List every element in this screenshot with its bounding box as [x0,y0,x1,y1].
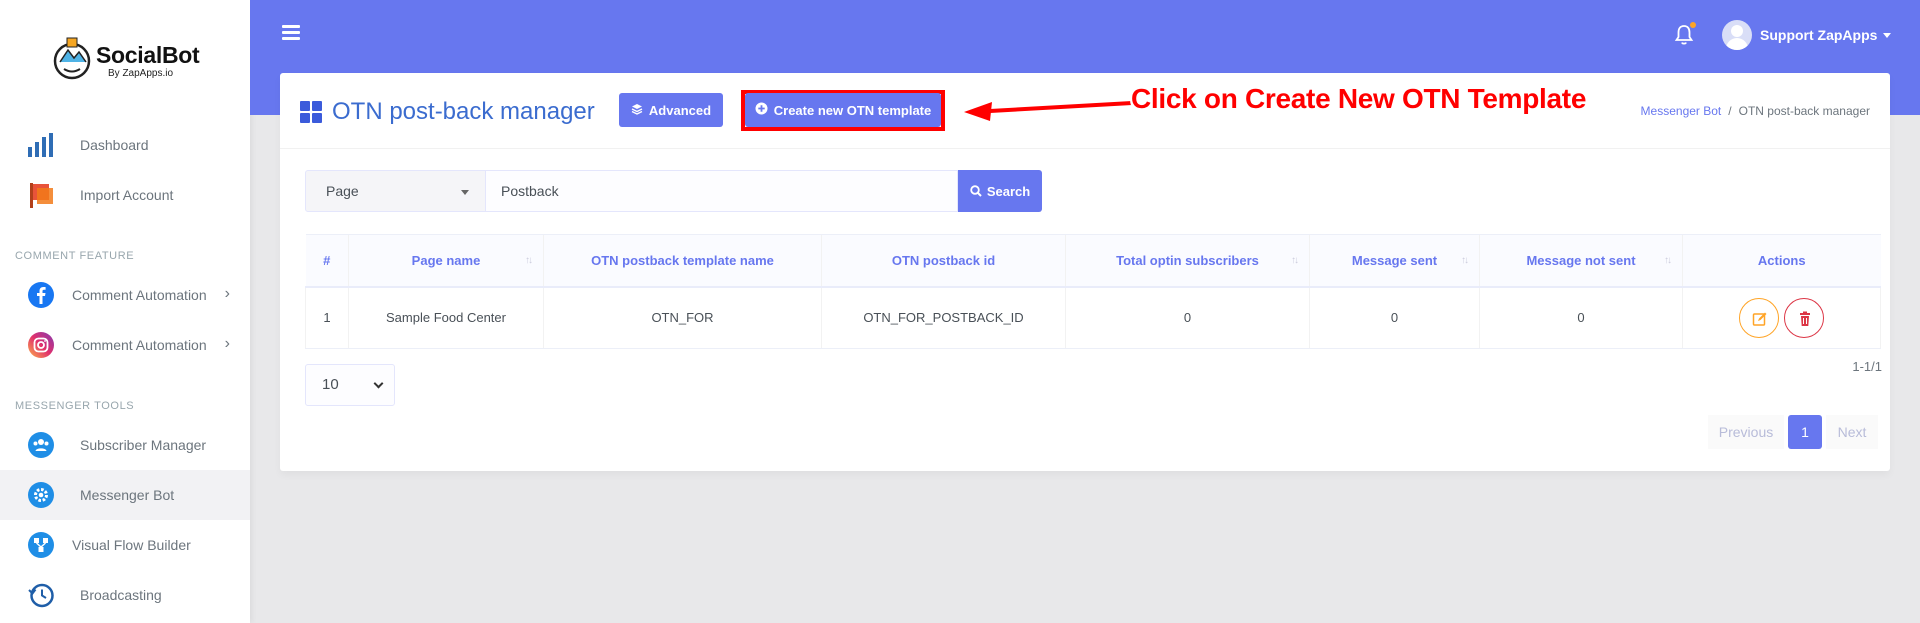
sidebar-item-label: Comment Automation [72,337,207,353]
page-length-select[interactable]: 10 [305,364,395,406]
sort-icon: ↑↓ [1291,255,1299,266]
cell-number: 1 [305,286,349,349]
notification-dot [1690,22,1696,28]
sidebar-item-messenger-bot[interactable]: Messenger Bot [0,470,250,520]
delete-button[interactable] [1784,297,1825,338]
sidebar-section-comment-feature: COMMENT FEATURE [15,250,135,262]
pagination-page-1[interactable]: 1 [1788,415,1822,449]
sidebar-item-broadcasting[interactable]: Broadcasting [0,570,250,620]
flag-icon [26,181,56,209]
column-header-optin-subscribers[interactable]: Total optin subscribers ↑↓ [1065,234,1310,288]
notification-bell-icon[interactable] [1674,22,1696,46]
user-name: Support ZapApps [1760,27,1878,43]
history-icon [26,581,56,609]
facebook-icon [26,281,56,309]
sidebar-item-comment-automation-instagram[interactable]: Comment Automation › [0,320,250,370]
page-select[interactable]: Page [305,170,486,212]
edit-button[interactable] [1738,297,1779,338]
socialbot-logo-icon [53,37,91,80]
layers-icon [631,103,643,118]
main-card: OTN post-back manager Advanced Create ne… [280,73,1890,471]
pagination: Previous 1 Next [1708,415,1878,449]
grid-icon [300,101,322,123]
users-icon [26,431,56,459]
edit-icon [1752,312,1767,326]
search-input[interactable] [486,170,958,212]
search-icon [970,185,982,197]
column-header-number: # [305,234,349,288]
chevron-right-icon: › [224,335,230,352]
breadcrumb-link-messenger-bot[interactable]: Messenger Bot [1641,104,1722,118]
trash-icon [1800,311,1811,326]
cell-optin-subscribers: 0 [1065,286,1310,349]
advanced-button[interactable]: Advanced [619,93,723,127]
sidebar-item-label: Comment Automation [72,287,207,303]
bar-chart-icon [26,131,56,159]
column-header-message-sent[interactable]: Message sent ↑↓ [1309,234,1480,288]
cell-page-name: Sample Food Center [348,286,544,349]
sidebar-item-subscriber-manager[interactable]: Subscriber Manager [0,420,250,470]
cell-template-name: OTN_FOR [543,286,822,349]
otn-templates-table: # Page name ↑↓ OTN postback template name… [305,234,1881,349]
sidebar-item-dashboard[interactable]: Dashboard [0,120,250,170]
sidebar-item-label: Broadcasting [80,587,162,603]
flow-icon [26,531,56,559]
column-header-postback-id: OTN postback id [821,234,1066,288]
sort-icon: ↑↓ [1461,255,1469,266]
pagination-previous[interactable]: Previous [1708,415,1784,449]
chevron-down-icon [373,378,384,389]
sidebar-item-label: Import Account [80,187,174,203]
user-dropdown[interactable]: Support ZapApps [1722,20,1892,50]
chevron-right-icon: › [224,285,230,302]
cell-message-not-sent: 0 [1479,286,1683,349]
brand-title: SocialBot [96,42,200,68]
pagination-next[interactable]: Next [1826,415,1878,449]
cell-message-sent: 0 [1309,286,1480,349]
callout-annotation: Click on Create New OTN Template [1131,83,1587,114]
plus-circle-icon [755,102,768,118]
sidebar-section-messenger-tools: MESSENGER TOOLS [15,400,135,412]
avatar [1722,20,1752,50]
caret-down-icon [461,190,469,195]
gear-icon [26,481,56,509]
breadcrumb: Messenger Bot / OTN post-back manager [1641,104,1870,118]
table-header-row: # Page name ↑↓ OTN postback template name… [305,234,1881,288]
cell-actions [1682,286,1881,349]
create-otn-template-button[interactable]: Create new OTN template [745,93,941,127]
sidebar: SocialBot By ZapApps.io Dashboard Import… [0,0,250,623]
brand-logo[interactable]: SocialBot By ZapApps.io [50,34,220,86]
sidebar-item-comment-automation-facebook[interactable]: Comment Automation › [0,270,250,320]
sort-icon: ↑↓ [525,255,533,266]
sidebar-item-visual-flow-builder[interactable]: Visual Flow Builder [0,520,250,570]
column-header-template-name: OTN postback template name [543,234,822,288]
sidebar-nav: Dashboard Import Account COMMENT FEATURE… [0,120,250,620]
sidebar-item-label: Visual Flow Builder [72,537,191,553]
sort-icon: ↑↓ [1664,255,1672,266]
caret-down-icon [1883,32,1892,38]
sidebar-item-label: Messenger Bot [80,487,175,503]
page-title: OTN post-back manager [300,98,595,126]
breadcrumb-current: OTN post-back manager [1738,104,1870,118]
instagram-icon [26,331,56,359]
cell-postback-id: OTN_FOR_POSTBACK_ID [821,286,1066,349]
callout-arrow-icon [964,101,1133,121]
breadcrumb-separator: / [1728,104,1732,118]
section-header: OTN post-back manager Advanced Create ne… [280,73,1890,149]
sidebar-item-label: Dashboard [80,137,149,153]
menu-toggle-icon[interactable] [282,25,300,41]
search-bar: Page Search [305,170,1042,212]
column-header-page-name[interactable]: Page name ↑↓ [348,234,544,288]
table-row: 1 Sample Food Center OTN_FOR OTN_FOR_POS… [305,286,1881,349]
search-button[interactable]: Search [958,170,1042,212]
column-header-message-not-sent[interactable]: Message not sent ↑↓ [1479,234,1683,288]
brand-subtitle: By ZapApps.io [108,68,174,79]
column-header-actions: Actions [1682,234,1881,288]
table-info: 1-1/1 [1852,359,1882,374]
sidebar-item-label: Subscriber Manager [80,437,207,453]
sidebar-item-import-account[interactable]: Import Account [0,170,250,220]
